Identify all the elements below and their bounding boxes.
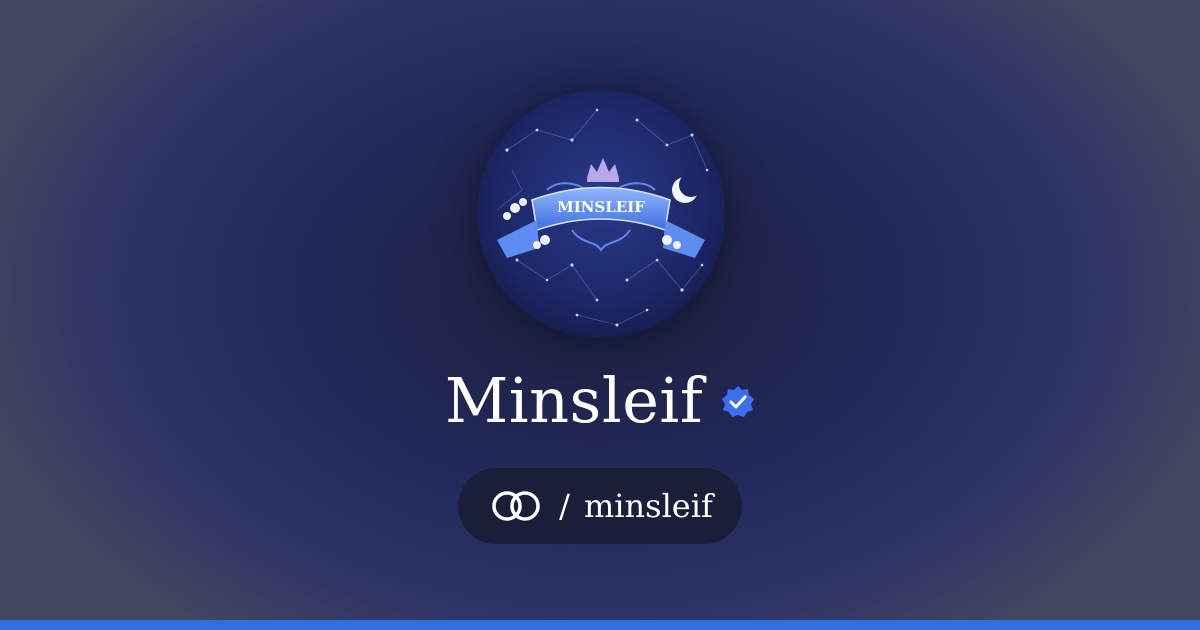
- linked-rings-logo-icon: [487, 488, 545, 524]
- avatar-artwork: MINSLEIF: [477, 90, 725, 338]
- accent-bar: [0, 620, 1200, 630]
- avatar: MINSLEIF: [477, 90, 725, 338]
- handle-separator: /: [559, 487, 570, 525]
- profile-handle: minsleif: [583, 487, 713, 525]
- verified-badge-icon: [721, 385, 755, 419]
- profile-name-row: Minsleif: [0, 360, 1200, 440]
- profile-handle-link[interactable]: / minsleif: [458, 468, 742, 544]
- avatar-banner-text: MINSLEIF: [557, 198, 645, 216]
- profile-name: Minsleif: [444, 363, 704, 437]
